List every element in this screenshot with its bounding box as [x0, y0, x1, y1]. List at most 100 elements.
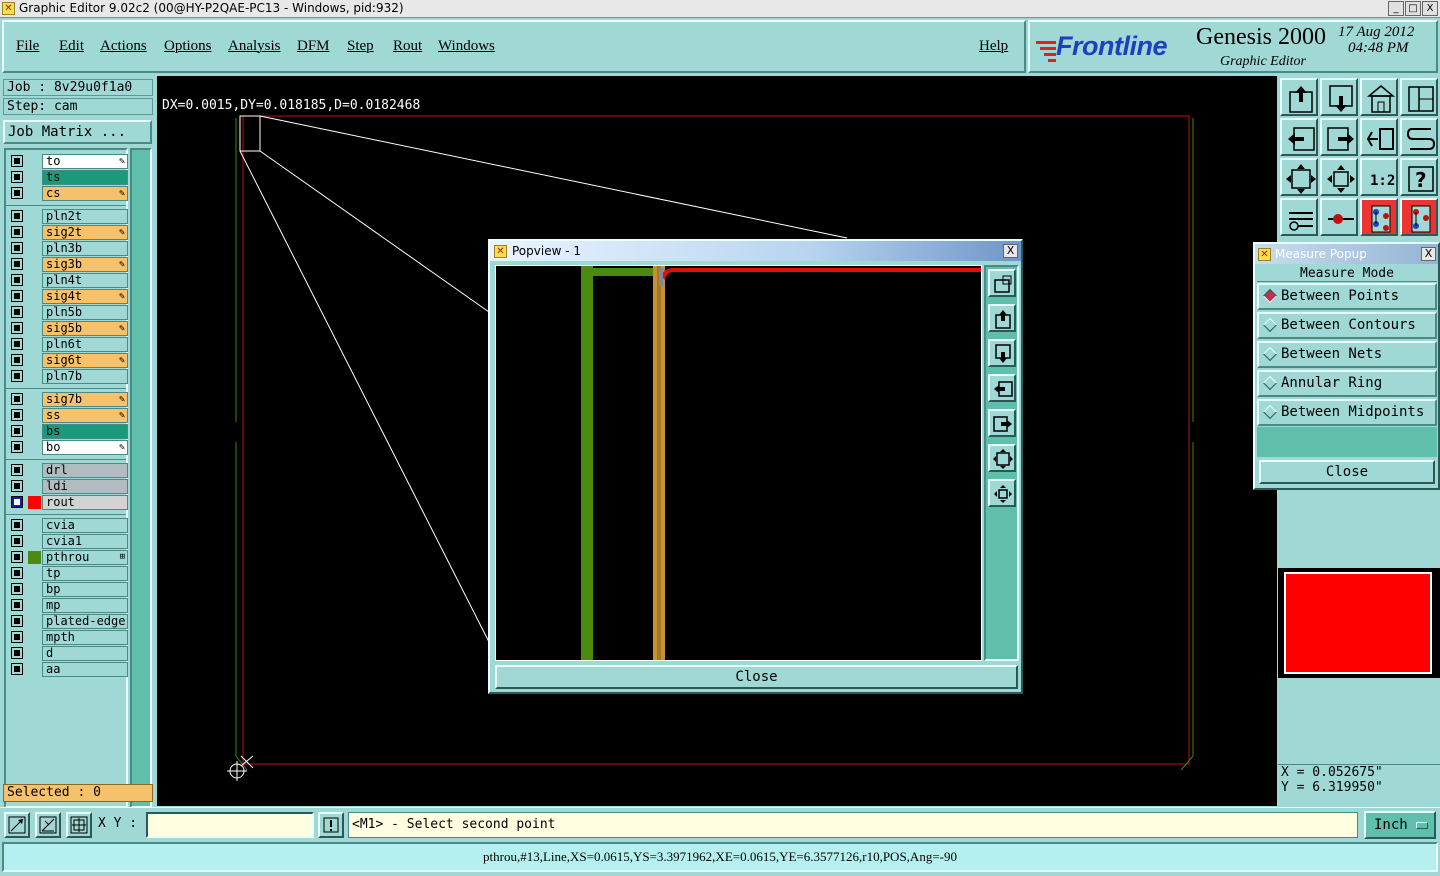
layer-checkbox[interactable]	[11, 258, 23, 270]
measure-option-between-nets[interactable]: Between Nets	[1257, 341, 1437, 368]
popview-close-button[interactable]: Close	[495, 665, 1018, 689]
layer-row-pln4t[interactable]: pln4t	[8, 273, 128, 288]
layer-name[interactable]: ts	[42, 170, 128, 185]
net-display-button[interactable]	[1360, 198, 1398, 236]
layer-name[interactable]: bp	[42, 582, 128, 597]
menu-help[interactable]: Help	[979, 38, 1008, 55]
layer-name[interactable]: to ✎	[42, 154, 128, 169]
help-button[interactable]: ?	[1400, 158, 1438, 196]
popview-pan-left-button[interactable]	[988, 374, 1016, 402]
zoom-center-button[interactable]	[1320, 158, 1358, 196]
layer-name[interactable]: aa	[42, 662, 128, 677]
layer-name[interactable]: bs	[42, 424, 128, 439]
angle-snap-icon[interactable]	[35, 812, 61, 838]
layer-color-swatch[interactable]	[28, 551, 41, 564]
split-view-button[interactable]	[1400, 78, 1438, 116]
layer-checkbox[interactable]	[11, 210, 23, 222]
layer-row-ts[interactable]: ts	[8, 170, 128, 185]
measure-close-button[interactable]: Close	[1259, 460, 1435, 484]
menu-step[interactable]: Step	[347, 38, 374, 55]
layer-name[interactable]: rout	[42, 495, 128, 510]
layer-name[interactable]: tp	[42, 566, 128, 581]
layer-checkbox[interactable]	[11, 631, 23, 643]
layer-row-sig7b[interactable]: sig7b ✎	[8, 392, 128, 407]
layer-checkbox[interactable]	[11, 496, 23, 508]
layer-name[interactable]: pthrou ⊞	[42, 550, 128, 565]
zoom-fit-button[interactable]	[1280, 158, 1318, 196]
layer-name[interactable]: pln6t	[42, 337, 128, 352]
menu-actions[interactable]: Actions	[100, 38, 147, 55]
layer-checkbox[interactable]	[11, 615, 23, 627]
layer-row-rout[interactable]: rout	[8, 495, 128, 510]
pan-down-button[interactable]	[1320, 78, 1358, 116]
layer-checkbox[interactable]	[11, 535, 23, 547]
net-highlight-button[interactable]	[1400, 198, 1438, 236]
layer-checkbox[interactable]	[11, 519, 23, 531]
layer-name[interactable]: mpth	[42, 630, 128, 645]
layer-row-bs[interactable]: bs	[8, 424, 128, 439]
layer-row-d[interactable]: d	[8, 646, 128, 661]
layer-checkbox[interactable]	[11, 290, 23, 302]
layer-checkbox[interactable]	[11, 354, 23, 366]
layer-name[interactable]: cs ✎	[42, 186, 128, 201]
layer-row-sig3b[interactable]: sig3b ✎	[8, 257, 128, 272]
layer-checkbox[interactable]	[11, 551, 23, 563]
layer-checkbox[interactable]	[11, 409, 23, 421]
layer-row-pln6t[interactable]: pln6t	[8, 337, 128, 352]
layer-checkbox[interactable]	[11, 599, 23, 611]
menu-dfm[interactable]: DFM	[297, 38, 330, 55]
overview-map[interactable]	[1278, 568, 1440, 678]
redraw-button[interactable]	[1400, 118, 1438, 156]
job-matrix-button[interactable]: Job Matrix ...	[3, 120, 152, 144]
menu-analysis[interactable]: Analysis	[228, 38, 281, 55]
layer-name[interactable]: pln5b	[42, 305, 128, 320]
layer-row-pln7b[interactable]: pln7b	[8, 369, 128, 384]
pan-left-button[interactable]	[1280, 118, 1318, 156]
layer-name[interactable]: pln7b	[42, 369, 128, 384]
close-window-button[interactable]: X	[1422, 1, 1438, 16]
layer-row-tp[interactable]: tp	[8, 566, 128, 581]
layer-row-sig4t[interactable]: sig4t ✎	[8, 289, 128, 304]
pan-up-button[interactable]	[1280, 78, 1318, 116]
layer-name[interactable]: sig3b ✎	[42, 257, 128, 272]
layer-checkbox[interactable]	[11, 583, 23, 595]
measure-option-between-contours[interactable]: Between Contours	[1257, 312, 1437, 339]
layer-name[interactable]: sig2t ✎	[42, 225, 128, 240]
layer-name[interactable]: sig6t ✎	[42, 353, 128, 368]
layer-name[interactable]: sig7b ✎	[42, 392, 128, 407]
layer-row-drl[interactable]: drl	[8, 463, 128, 478]
unit-selector[interactable]: Inch	[1364, 811, 1436, 839]
popview-zoom-fit-button[interactable]	[988, 444, 1016, 472]
layer-row-pthrou[interactable]: pthrou ⊞	[8, 550, 128, 565]
layer-checkbox[interactable]	[11, 370, 23, 382]
layer-list-scrollbar[interactable]	[130, 148, 152, 808]
layer-checkbox[interactable]	[11, 226, 23, 238]
layer-row-ldi[interactable]: ldi	[8, 479, 128, 494]
undo-zoom-button[interactable]	[1360, 118, 1398, 156]
layer-row-ss[interactable]: ss ✎	[8, 408, 128, 423]
layer-row-cvia[interactable]: cvia	[8, 518, 128, 533]
layer-checkbox[interactable]	[11, 306, 23, 318]
maximize-button[interactable]: □	[1405, 1, 1421, 16]
xy-input[interactable]	[146, 812, 314, 838]
layer-name[interactable]: pln4t	[42, 273, 128, 288]
snap-mode-icon[interactable]	[4, 812, 30, 838]
info-icon[interactable]	[318, 812, 344, 838]
layer-row-mp[interactable]: mp	[8, 598, 128, 613]
popview-pan-down-button[interactable]	[988, 339, 1016, 367]
menu-file[interactable]: File	[16, 38, 39, 55]
measure-close-x-button[interactable]: X	[1421, 247, 1436, 261]
layer-name[interactable]: sig5b ✎	[42, 321, 128, 336]
popview-title-bar[interactable]: ✕ Popview - 1 X	[490, 241, 1021, 261]
layer-name[interactable]: pln2t	[42, 209, 128, 224]
layer-name[interactable]: sig4t ✎	[42, 289, 128, 304]
home-button[interactable]	[1360, 78, 1398, 116]
menu-options[interactable]: Options	[164, 38, 212, 55]
layer-color-swatch[interactable]	[28, 496, 41, 509]
layer-checkbox[interactable]	[11, 647, 23, 659]
layer-row-pln5b[interactable]: pln5b	[8, 305, 128, 320]
popview-zoom-window-button[interactable]	[988, 269, 1016, 297]
layer-checkbox[interactable]	[11, 242, 23, 254]
layer-row-cs[interactable]: cs ✎	[8, 186, 128, 201]
layer-row-sig5b[interactable]: sig5b ✎	[8, 321, 128, 336]
